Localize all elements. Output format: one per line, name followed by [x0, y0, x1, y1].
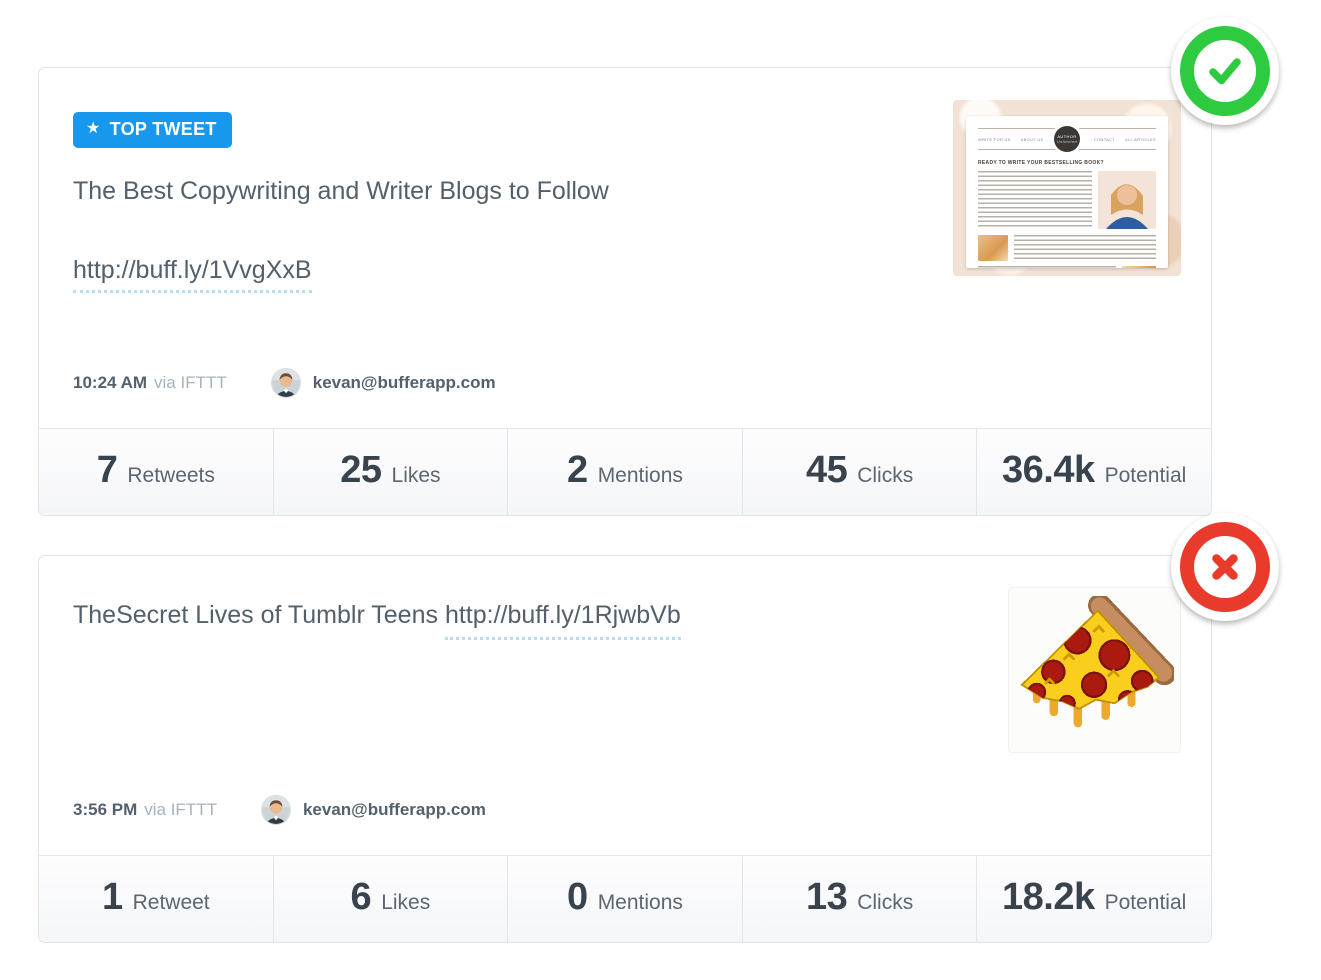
tweet-link[interactable]: http://buff.ly/1VvgXxB [73, 256, 312, 293]
blog-logo: AUTHOR Unlimited [1054, 126, 1080, 152]
star-icon: ★ [86, 121, 101, 137]
stat-likes: 25 Likes [274, 429, 509, 515]
blog-text-lines [978, 171, 1092, 229]
blog-nav-item: ABOUT US [1021, 137, 1044, 142]
stat-value: 13 [806, 876, 847, 919]
tweet-stats-bar: 7 Retweets 25 Likes 2 Mentions 45 Clicks… [39, 428, 1211, 515]
stat-value: 6 [351, 876, 372, 919]
blog-text-lines [1014, 235, 1156, 261]
tweet-card-second: TheSecret Lives of Tumblr Teens http://b… [38, 555, 1212, 943]
blog-nav-item: CONTACT [1094, 137, 1115, 142]
stat-value: 18.2k [1002, 876, 1095, 919]
blog-nav-item: WRITE FOR US [978, 137, 1011, 142]
tweet-meta-row: 3:56 PM via IFTTT kevan@bufferapp.com [73, 795, 486, 825]
stat-label: Likes [392, 464, 441, 488]
top-tweet-badge: ★ TOP TWEET [73, 112, 232, 148]
check-icon [1205, 51, 1245, 91]
blog-preview-page: WRITE FOR US ABOUT US CONTACT ALL ARTICL… [966, 116, 1168, 268]
x-icon [1205, 547, 1245, 587]
account-email: kevan@bufferapp.com [313, 373, 496, 393]
tweet-link[interactable]: http://buff.ly/1RjwbVb [445, 598, 681, 640]
avatar [261, 795, 291, 825]
stat-clicks: 45 Clicks [743, 429, 978, 515]
stat-label: Retweet [133, 891, 210, 915]
tweet-timestamp: 10:24 AM [73, 373, 147, 393]
approve-button[interactable] [1171, 17, 1279, 125]
tweet-thumbnail-pizza-emoji [1008, 587, 1181, 753]
stat-label: Clicks [857, 891, 913, 915]
blog-inline-image [1122, 266, 1156, 268]
blog-heading: READY TO WRITE YOUR BESTSELLING BOOK? [978, 160, 1156, 166]
stat-value: 25 [340, 449, 381, 492]
stat-likes: 6 Likes [274, 856, 509, 942]
tweet-review-page: ★ TOP TWEET The Best Copywriting and Wri… [0, 0, 1321, 980]
stat-potential: 18.2k Potential [977, 856, 1211, 942]
stat-value: 45 [806, 449, 847, 492]
stat-value: 7 [97, 449, 118, 492]
stat-label: Retweets [127, 464, 215, 488]
tweet-thumbnail-blog-preview: WRITE FOR US ABOUT US CONTACT ALL ARTICL… [953, 100, 1181, 276]
blog-nav-item: ALL ARTICLES [1125, 137, 1156, 142]
stat-value: 2 [567, 449, 588, 492]
tweet-meta-row: 10:24 AM via IFTTT kevan@bufferapp.com [73, 368, 496, 398]
stat-label: Potential [1105, 891, 1187, 915]
avatar [271, 368, 301, 398]
approve-ring [1180, 26, 1270, 116]
stat-retweets: 7 Retweets [39, 429, 274, 515]
pizza-slice-graphic [1016, 596, 1174, 744]
tweet-card-top: ★ TOP TWEET The Best Copywriting and Wri… [38, 67, 1212, 516]
tweet-title-text: TheSecret Lives of Tumblr Teens [73, 601, 438, 629]
stat-value: 0 [567, 876, 588, 919]
woman-photo [1098, 171, 1156, 229]
tweet-stats-bar: 1 Retweet 6 Likes 0 Mentions 13 Clicks 1… [39, 855, 1211, 942]
blog-text-lines [978, 266, 1116, 268]
top-tweet-badge-label: TOP TWEET [110, 119, 217, 140]
tweet-card-body: ★ TOP TWEET The Best Copywriting and Wri… [39, 68, 1211, 428]
reject-ring [1180, 522, 1270, 612]
blog-preview-nav: WRITE FOR US ABOUT US CONTACT ALL ARTICL… [978, 128, 1156, 150]
stat-retweets: 1 Retweet [39, 856, 274, 942]
stat-mentions: 2 Mentions [508, 429, 743, 515]
stat-clicks: 13 Clicks [743, 856, 978, 942]
stat-value: 1 [102, 876, 123, 919]
stat-mentions: 0 Mentions [508, 856, 743, 942]
reject-button[interactable] [1171, 513, 1279, 621]
tweet-via-source: via IFTTT [154, 373, 227, 393]
stat-value: 36.4k [1002, 449, 1095, 492]
stat-label: Mentions [598, 464, 683, 488]
stat-potential: 36.4k Potential [977, 429, 1211, 515]
blog-logo-subtext: Unlimited [1057, 139, 1077, 144]
blog-inline-image [978, 235, 1008, 261]
tweet-via-source: via IFTTT [144, 800, 217, 820]
stat-label: Likes [381, 891, 430, 915]
tweet-timestamp: 3:56 PM [73, 800, 137, 820]
account-email: kevan@bufferapp.com [303, 800, 486, 820]
stat-label: Potential [1105, 464, 1187, 488]
stat-label: Clicks [857, 464, 913, 488]
tweet-title: TheSecret Lives of Tumblr Teens http://b… [73, 598, 953, 640]
tweet-card-body: TheSecret Lives of Tumblr Teens http://b… [39, 556, 1211, 855]
stat-label: Mentions [598, 891, 683, 915]
